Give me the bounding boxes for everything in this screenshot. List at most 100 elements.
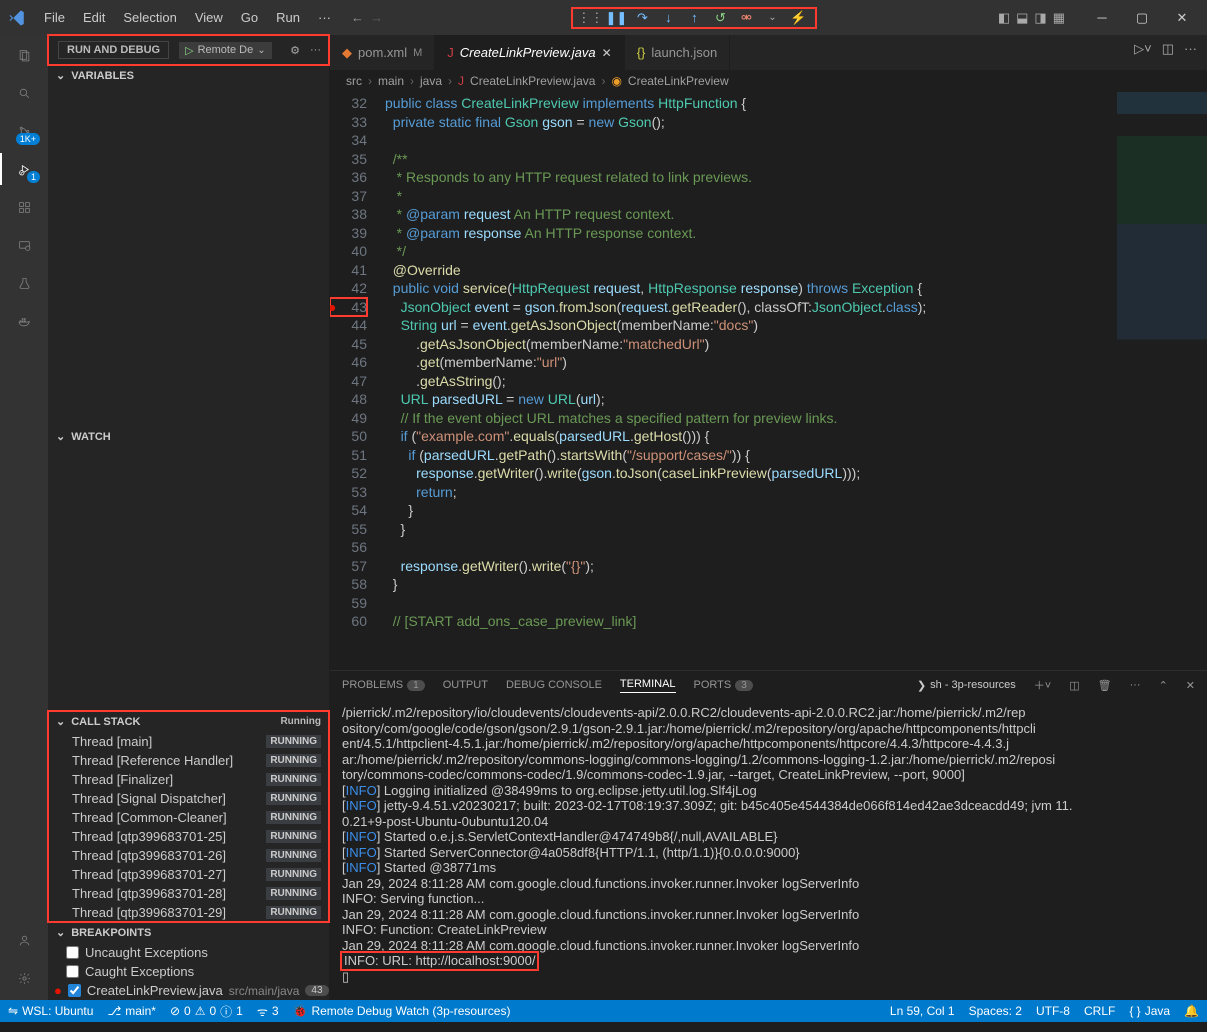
eol[interactable]: CRLF	[1084, 1004, 1115, 1018]
panel-bottom-icon[interactable]: ⬓	[1016, 10, 1028, 26]
xml-icon: ◆	[342, 45, 352, 61]
hot-reload-icon[interactable]: ⚡	[790, 10, 806, 26]
drag-handle-icon[interactable]: ⋮⋮	[582, 10, 598, 26]
restart-icon[interactable]: ↺	[712, 10, 728, 26]
disconnect-icon[interactable]: ⚮	[738, 10, 754, 26]
tab-ports[interactable]: PORTS3	[694, 679, 753, 691]
chevron-up-icon[interactable]: ⌃	[1159, 679, 1168, 692]
bp-uncaught[interactable]: Uncaught Exceptions	[48, 943, 329, 962]
scm-icon[interactable]: 1K+	[12, 119, 36, 143]
step-into-icon[interactable]: ↓	[660, 10, 676, 26]
breakpoints-section[interactable]: ⌄BREAKPOINTS	[48, 922, 329, 943]
more-icon[interactable]: ···	[1130, 679, 1141, 691]
ports-indicator[interactable]: ᯤ3	[257, 1003, 279, 1020]
bp-caught[interactable]: Caught Exceptions	[48, 962, 329, 981]
explorer-icon[interactable]	[12, 43, 36, 67]
pause-icon[interactable]: ❚❚	[608, 10, 624, 26]
thread-row[interactable]: Thread [Finalizer]RUNNING	[48, 770, 329, 789]
debug-config-select[interactable]: ▷ Remote De ⌄	[179, 42, 272, 59]
settings-icon[interactable]	[12, 966, 36, 990]
thread-row[interactable]: Thread [Signal Dispatcher]RUNNING	[48, 789, 329, 808]
layout-icon[interactable]: ▦	[1053, 10, 1065, 26]
run-icon[interactable]: ▷˅	[1134, 41, 1152, 57]
split-icon[interactable]: ◫	[1162, 41, 1174, 57]
thread-row[interactable]: Thread [qtp399683701-28]RUNNING	[48, 884, 329, 903]
language[interactable]: { } Java	[1129, 1004, 1170, 1018]
nav-back-icon[interactable]: ←	[351, 10, 364, 25]
tab-createlinkpreview[interactable]: JCreateLinkPreview.java✕	[435, 35, 624, 70]
extensions-icon[interactable]	[12, 195, 36, 219]
class-icon: ◉	[611, 74, 621, 88]
remote-indicator[interactable]: ⇋WSL: Ubuntu	[8, 1004, 93, 1018]
tab-problems[interactable]: PROBLEMS1	[342, 679, 425, 691]
docker-icon[interactable]	[12, 309, 36, 333]
thread-row[interactable]: Thread [qtp399683701-25]RUNNING	[48, 827, 329, 846]
thread-row[interactable]: Thread [qtp399683701-26]RUNNING	[48, 846, 329, 865]
tab-pom[interactable]: ◆pom.xmlM	[330, 35, 435, 70]
bp-file[interactable]: ● CreateLinkPreview.java src/main/java 4…	[48, 981, 329, 1000]
thread-row[interactable]: Thread [Reference Handler]RUNNING	[48, 751, 329, 770]
minimap[interactable]	[1117, 92, 1207, 642]
close-panel-icon[interactable]: ✕	[1186, 679, 1195, 692]
notifications-icon[interactable]: 🔔	[1184, 1004, 1199, 1018]
run-debug-label: RUN AND DEBUG	[58, 41, 169, 59]
menu-view[interactable]: View	[187, 6, 231, 29]
branch-indicator[interactable]: ⎇main*	[107, 1004, 156, 1018]
search-icon[interactable]	[12, 81, 36, 105]
debug-alt-icon: 🐞	[293, 1004, 308, 1018]
panel-left-icon[interactable]: ◧	[998, 10, 1010, 26]
indent[interactable]: Spaces: 2	[969, 1004, 1022, 1018]
callstack-section[interactable]: ⌄CALL STACK Running	[48, 711, 329, 732]
menu-go[interactable]: Go	[233, 6, 266, 29]
remote-explorer-icon[interactable]	[12, 233, 36, 257]
terminal[interactable]: /pierrick/.m2/repository/io/cloudevents/…	[330, 699, 1207, 1000]
breadcrumb[interactable]: src› main› java› JCreateLinkPreview.java…	[330, 70, 1207, 92]
more-icon[interactable]: ···	[310, 44, 321, 56]
trash-icon[interactable]: 🗑	[1098, 679, 1112, 692]
menu-selection[interactable]: Selection	[115, 6, 184, 29]
panel-tabs: PROBLEMS1 OUTPUT DEBUG CONSOLE TERMINAL …	[330, 671, 1207, 699]
nav-arrows: ← →	[351, 10, 383, 25]
menu-more[interactable]: ···	[310, 6, 339, 29]
gear-icon[interactable]: ⚙	[290, 44, 300, 57]
step-over-icon[interactable]: ↷	[634, 10, 650, 26]
more-icon[interactable]: ···	[1184, 41, 1197, 57]
thread-row[interactable]: Thread [qtp399683701-27]RUNNING	[48, 865, 329, 884]
tab-terminal[interactable]: TERMINAL	[620, 678, 676, 693]
split-terminal-icon[interactable]: ◫	[1069, 679, 1079, 692]
tab-output[interactable]: OUTPUT	[443, 679, 488, 691]
accounts-icon[interactable]	[12, 928, 36, 952]
code-editor[interactable]: 3233343536373839404142434445464748495051…	[330, 92, 1207, 670]
debug-icon[interactable]: 1	[12, 157, 36, 181]
nav-forward-icon[interactable]: →	[370, 10, 383, 25]
add-terminal-icon[interactable]: ＋˅	[1034, 677, 1051, 693]
thread-row[interactable]: Thread [Common-Cleaner]RUNNING	[48, 808, 329, 827]
bottom-panel: PROBLEMS1 OUTPUT DEBUG CONSOLE TERMINAL …	[330, 670, 1207, 1000]
close-icon[interactable]: ✕	[602, 46, 612, 60]
tab-launch[interactable]: {}launch.json	[625, 35, 730, 70]
maximize-icon[interactable]: ▢	[1125, 10, 1159, 26]
chevron-down-icon[interactable]: ⌄	[764, 10, 780, 26]
thread-row[interactable]: Thread [qtp399683701-29]RUNNING	[48, 903, 329, 922]
encoding[interactable]: UTF-8	[1036, 1004, 1070, 1018]
step-out-icon[interactable]: ↑	[686, 10, 702, 26]
thread-row[interactable]: Thread [main]RUNNING	[48, 732, 329, 751]
close-icon[interactable]: ✕	[1165, 10, 1199, 26]
sidebar: RUN AND DEBUG ▷ Remote De ⌄ ⚙ ··· ⌄VARIA…	[48, 35, 330, 1000]
menu-run[interactable]: Run	[268, 6, 308, 29]
watch-section[interactable]: ⌄WATCH	[48, 426, 329, 447]
editor-tabs: ◆pom.xmlM JCreateLinkPreview.java✕ {}lau…	[330, 35, 1207, 70]
variables-section[interactable]: ⌄VARIABLES	[48, 65, 329, 86]
panel-right-icon[interactable]: ◨	[1034, 10, 1046, 26]
json-icon: {}	[637, 45, 646, 60]
menu-file[interactable]: File	[36, 6, 73, 29]
minimize-icon[interactable]: ─	[1085, 10, 1119, 26]
problems-indicator[interactable]: ⊘0 ⚠0 ⓘ1	[170, 1003, 243, 1020]
menu-edit[interactable]: Edit	[75, 6, 113, 29]
debug-target[interactable]: 🐞Remote Debug Watch (3p-resources)	[293, 1004, 511, 1018]
testing-icon[interactable]	[12, 271, 36, 295]
vscode-logo-icon	[8, 9, 26, 27]
terminal-select[interactable]: ❯sh - 3p-resources	[917, 679, 1016, 692]
cursor-pos[interactable]: Ln 59, Col 1	[890, 1004, 955, 1018]
tab-debug-console[interactable]: DEBUG CONSOLE	[506, 679, 602, 691]
